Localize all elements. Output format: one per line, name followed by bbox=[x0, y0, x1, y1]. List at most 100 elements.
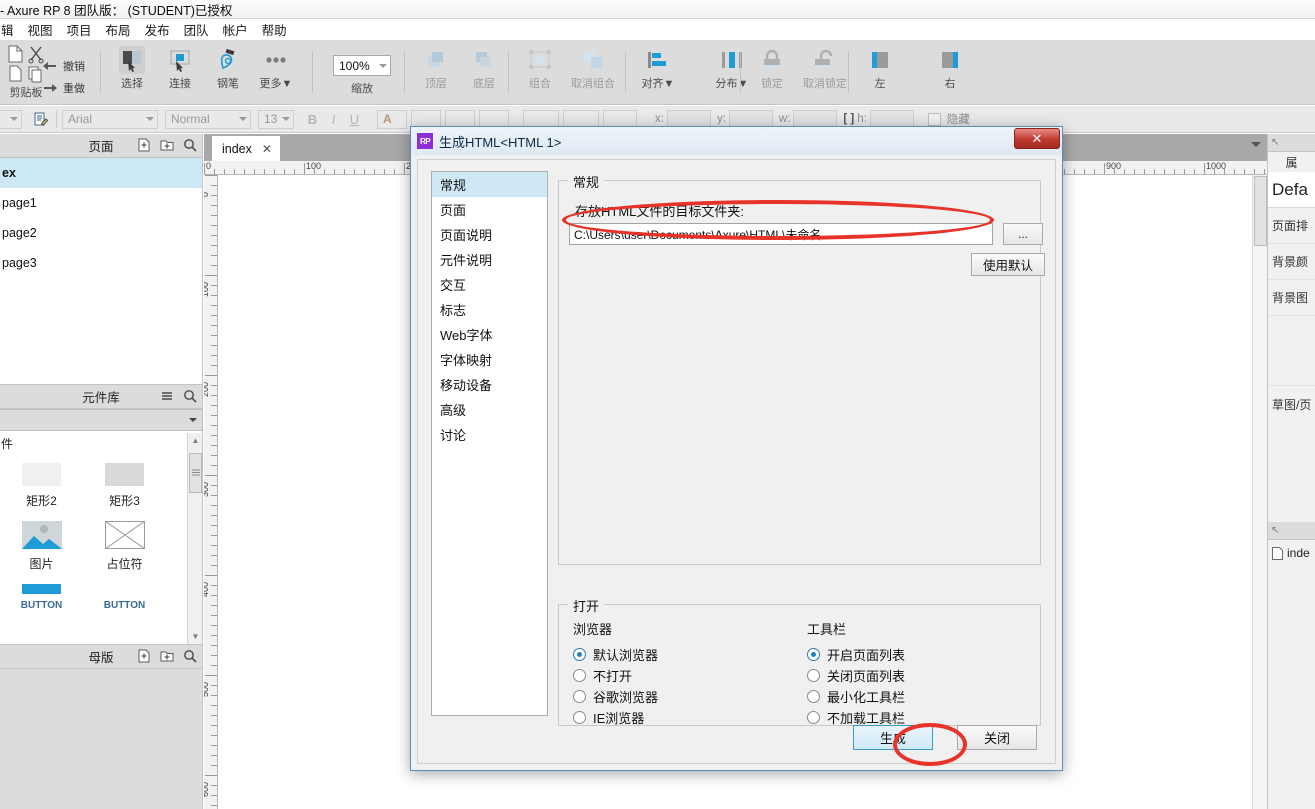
browse-folder-button[interactable]: ... bbox=[1003, 223, 1043, 245]
sketch-page-row[interactable]: 草图/页 bbox=[1268, 386, 1315, 422]
use-default-button[interactable]: 使用默认 bbox=[971, 253, 1045, 276]
connect-tool-button[interactable]: 连接 bbox=[156, 40, 204, 91]
background-image-row[interactable]: 背景图 bbox=[1268, 280, 1315, 316]
scroll-up-icon[interactable]: ▲ bbox=[188, 433, 202, 448]
add-page-icon[interactable] bbox=[136, 137, 152, 153]
redo-button[interactable]: 重做 bbox=[42, 80, 85, 96]
widget-scrollbar[interactable]: ▲ ▼ bbox=[187, 433, 202, 644]
font-size-select[interactable]: 13 bbox=[258, 109, 294, 129]
pen-tool-button[interactable]: 钢笔 bbox=[204, 40, 252, 91]
search-icon[interactable] bbox=[182, 388, 198, 404]
menu-icon[interactable] bbox=[159, 388, 175, 404]
font-family-select[interactable]: Arial bbox=[62, 109, 158, 129]
outline-collapse-header[interactable]: ↖ bbox=[1268, 522, 1315, 540]
target-folder-input[interactable]: C:\Users\user\Documents\Axure\HTML\未命名 bbox=[569, 223, 993, 245]
widget-item-image[interactable]: 图片 bbox=[0, 521, 83, 572]
dialog-close-button[interactable]: ✕ bbox=[1014, 128, 1060, 149]
dialog-nav-page-notes[interactable]: 页面说明 bbox=[432, 222, 547, 247]
dialog-nav-mobile[interactable]: 移动设备 bbox=[432, 372, 547, 397]
dialog-nav-discussion[interactable]: 讨论 bbox=[432, 422, 547, 447]
send-to-back-button[interactable]: 底层 bbox=[460, 40, 508, 91]
menu-item-team[interactable]: 团队 bbox=[177, 18, 216, 41]
bold-button[interactable]: B bbox=[302, 110, 323, 129]
page-item-page1[interactable]: page1 bbox=[0, 188, 202, 218]
menu-item-project[interactable]: 项目 bbox=[60, 18, 99, 41]
scroll-thumb[interactable] bbox=[189, 453, 202, 493]
bring-to-front-button[interactable]: 顶层 bbox=[412, 40, 460, 91]
menu-item-help[interactable]: 帮助 bbox=[255, 18, 294, 41]
widget-item-button-1[interactable]: BUTTON bbox=[0, 584, 83, 611]
ruler-tick bbox=[211, 195, 217, 196]
tab-overflow-icon[interactable] bbox=[1251, 142, 1261, 147]
page-item-page3[interactable]: page3 bbox=[0, 248, 202, 278]
widget-library-select[interactable] bbox=[0, 409, 203, 431]
style-select[interactable] bbox=[0, 109, 22, 129]
menu-item-layout[interactable]: 布局 bbox=[99, 18, 138, 41]
menu-item-edit[interactable]: 辑 bbox=[0, 18, 21, 41]
add-folder-icon[interactable] bbox=[159, 137, 175, 153]
hidden-checkbox[interactable] bbox=[927, 112, 941, 126]
background-color-row[interactable]: 背景颜 bbox=[1268, 244, 1315, 280]
widget-item-rect2[interactable]: 矩形2 bbox=[0, 463, 83, 509]
canvas-tab-index[interactable]: index ✕ bbox=[212, 136, 280, 161]
generate-button[interactable]: 生成 bbox=[853, 725, 933, 750]
undo-button[interactable]: 撤销 bbox=[42, 58, 85, 74]
radio-minimize-toolbar[interactable]: 最小化工具栏 bbox=[807, 686, 1027, 707]
style-editor-icon[interactable] bbox=[30, 110, 51, 129]
dialog-nav-font-mapping[interactable]: 字体映射 bbox=[432, 347, 547, 372]
zoom-select[interactable]: 100% bbox=[333, 55, 391, 76]
widget-item-placeholder[interactable]: 占位符 bbox=[83, 521, 166, 572]
page-item-index[interactable]: ex bbox=[0, 158, 202, 188]
dialog-nav-web-fonts[interactable]: Web字体 bbox=[432, 322, 547, 347]
radio-open-page-list[interactable]: 开启页面列表 bbox=[807, 644, 1027, 665]
open-group-caption: 打开 bbox=[568, 596, 605, 615]
unlock-button[interactable]: 取消锁定 bbox=[796, 40, 854, 91]
add-master-icon[interactable] bbox=[136, 648, 152, 664]
page-item-page2[interactable]: page2 bbox=[0, 218, 202, 248]
lock-button[interactable]: 锁定 bbox=[748, 40, 796, 91]
align-right-button[interactable]: 右 bbox=[926, 40, 974, 91]
dialog-close-action-button[interactable]: 关闭 bbox=[957, 725, 1037, 750]
menu-item-account[interactable]: 帐户 bbox=[216, 18, 255, 41]
inspector-collapse-header[interactable]: ↖ bbox=[1268, 134, 1315, 152]
italic-button[interactable]: I bbox=[323, 110, 344, 129]
scroll-thumb[interactable] bbox=[1254, 176, 1267, 246]
dialog-nav-interactions[interactable]: 交互 bbox=[432, 272, 547, 297]
align-button[interactable]: 对齐▼ bbox=[634, 40, 682, 91]
group-button[interactable]: 组合 bbox=[516, 40, 564, 91]
redo-label: 重做 bbox=[63, 82, 85, 95]
align-left-button[interactable]: 左 bbox=[856, 40, 904, 91]
search-icon[interactable] bbox=[182, 137, 198, 153]
radio-default-browser[interactable]: 默认浏览器 bbox=[573, 644, 783, 665]
dialog-nav-advanced[interactable]: 高级 bbox=[432, 397, 547, 422]
more-tools-button[interactable]: 更多▼ bbox=[252, 40, 300, 91]
widget-item-button-2[interactable]: BUTTON bbox=[83, 584, 166, 611]
add-master-folder-icon[interactable] bbox=[159, 648, 175, 664]
menu-item-view[interactable]: 视图 bbox=[21, 18, 60, 41]
dialog-nav-pages[interactable]: 页面 bbox=[432, 197, 547, 222]
page-layout-row[interactable]: 页面排 bbox=[1268, 208, 1315, 244]
underline-button[interactable]: U bbox=[344, 110, 365, 129]
font-weight-select[interactable]: Normal bbox=[165, 109, 251, 129]
menu-item-publish[interactable]: 发布 bbox=[138, 18, 177, 41]
radio-ie[interactable]: IE浏览器 bbox=[573, 707, 783, 728]
widget-library-panel: 元件库 件 矩形2 矩形3 图片 占位符 BUTTON BUTTON ▲ ▼ bbox=[0, 384, 203, 644]
widget-item-rect3[interactable]: 矩形3 bbox=[83, 463, 166, 509]
radio-no-open[interactable]: 不打开 bbox=[573, 665, 783, 686]
font-color-button[interactable]: A bbox=[377, 109, 407, 129]
page-name-field[interactable]: Defa bbox=[1268, 172, 1315, 208]
ungroup-button[interactable]: 取消组合 bbox=[564, 40, 622, 91]
canvas-vertical-scrollbar[interactable] bbox=[1252, 175, 1267, 809]
search-icon[interactable] bbox=[182, 648, 198, 664]
clipboard-doc-icon[interactable] bbox=[7, 65, 25, 83]
scroll-down-icon[interactable]: ▼ bbox=[188, 629, 202, 644]
close-icon[interactable]: ✕ bbox=[262, 142, 272, 156]
outline-item-index[interactable]: inde bbox=[1268, 540, 1315, 566]
radio-close-page-list[interactable]: 关闭页面列表 bbox=[807, 665, 1027, 686]
paste-icon[interactable] bbox=[7, 44, 25, 64]
dialog-nav-general[interactable]: 常规 bbox=[432, 172, 547, 197]
dialog-nav-logo[interactable]: 标志 bbox=[432, 297, 547, 322]
select-tool-button[interactable]: 选择 bbox=[108, 40, 156, 91]
dialog-nav-widget-notes[interactable]: 元件说明 bbox=[432, 247, 547, 272]
radio-chrome[interactable]: 谷歌浏览器 bbox=[573, 686, 783, 707]
